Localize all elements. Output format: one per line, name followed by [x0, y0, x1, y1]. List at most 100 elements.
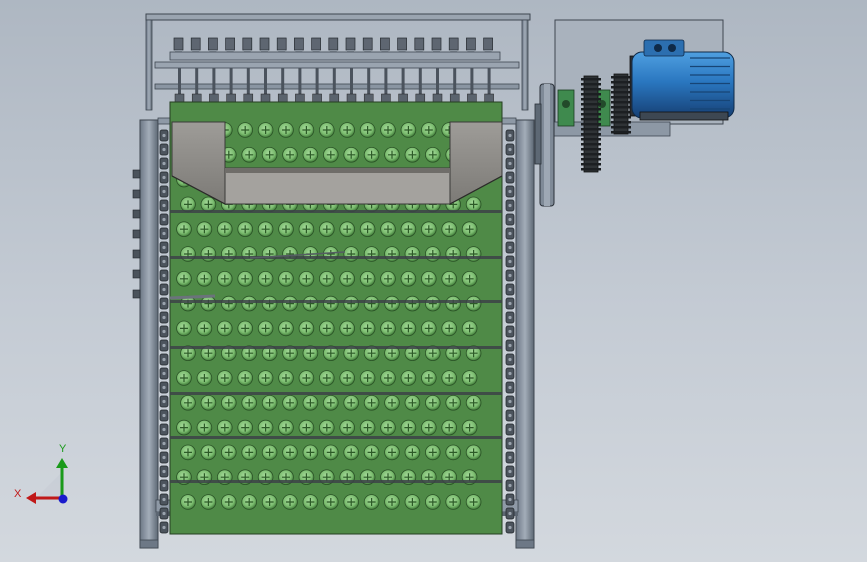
cad-model-view[interactable] [0, 0, 867, 562]
side-bracket [132, 209, 141, 219]
chain-pin [162, 301, 166, 306]
rod-clamp [484, 93, 494, 103]
chain-pin [508, 441, 512, 446]
chain-pin [508, 497, 512, 502]
comb-tooth [276, 37, 287, 51]
chain-pin [162, 441, 166, 446]
graphics-viewport[interactable]: Y X [0, 0, 867, 562]
gear-tooth [581, 78, 601, 81]
gear-tooth [581, 83, 601, 86]
chain-pin [508, 175, 512, 180]
side-bracket [132, 269, 141, 279]
chain-pin [162, 511, 166, 516]
chain-pin [162, 287, 166, 292]
chain-pin [162, 525, 166, 530]
rod-clamp [174, 93, 185, 103]
rod-clamp [346, 93, 357, 103]
coordinate-triad [26, 458, 68, 504]
chain-pin [508, 147, 512, 152]
chain-pin [162, 147, 166, 152]
rod-clamp [415, 93, 426, 103]
drive-unit [534, 19, 735, 207]
gear-tooth [581, 143, 601, 146]
chain-pin [162, 315, 166, 320]
triad-y-label: Y [59, 443, 67, 455]
chain-pin [162, 483, 166, 488]
comb-tooth [362, 37, 373, 51]
gear-tooth [611, 81, 631, 84]
comb-tooth [242, 37, 253, 51]
chain-pin [508, 189, 512, 194]
chain-pin [162, 343, 166, 348]
chain-pin [162, 357, 166, 362]
drive-sprocket [534, 83, 555, 207]
gear-tooth [581, 93, 601, 96]
rod-clamp [398, 93, 408, 103]
chain-pin [508, 245, 512, 250]
rod-clamp [260, 93, 271, 103]
gear-tooth [611, 76, 631, 79]
chain-pin [162, 385, 166, 390]
comb-tooth [483, 37, 493, 51]
comb-tooth [466, 37, 476, 51]
chain-pin [508, 203, 512, 208]
chain-pin [508, 273, 512, 278]
crossbar [170, 436, 502, 439]
gear-tooth [581, 138, 601, 141]
comb-tooth [448, 37, 459, 51]
crossbar [170, 256, 502, 259]
gear-tooth [611, 106, 631, 109]
chain-pin [508, 343, 512, 348]
comb-row [169, 37, 501, 61]
chain-pin [162, 259, 166, 264]
comb-tooth [190, 37, 201, 51]
rod-clamp [432, 93, 443, 103]
chain-pin [508, 399, 512, 404]
chain-pin [162, 273, 166, 278]
side-bracket [132, 169, 141, 179]
rod-clamp [363, 93, 374, 103]
chain-pin [162, 189, 166, 194]
chain-pin [162, 455, 166, 460]
gear-tooth [611, 131, 631, 134]
chain-icon [505, 129, 515, 534]
gear-tooth [581, 108, 601, 111]
crossbar [170, 392, 502, 395]
rod-clamp [226, 93, 236, 103]
gear-tooth [581, 123, 601, 126]
chain-pin [508, 315, 512, 320]
rod-clamp [449, 93, 460, 103]
comb-tooth [311, 37, 321, 51]
gear-tooth [581, 158, 601, 161]
comb-tooth [414, 37, 425, 51]
chain-pin [508, 287, 512, 292]
chain-pin [162, 203, 166, 208]
comb-rail [169, 51, 501, 61]
gear-tooth [581, 128, 601, 131]
rod-clamp [381, 93, 391, 103]
chain-pin [162, 371, 166, 376]
rod-clamp [329, 93, 340, 103]
side-bracket [132, 249, 141, 259]
chain-pin [508, 217, 512, 222]
chain-pin [508, 371, 512, 376]
rod-clamp [243, 93, 254, 103]
gear-tooth [581, 163, 601, 166]
gear-tooth [611, 116, 631, 119]
gear-tooth [581, 148, 601, 151]
chain-pin [162, 329, 166, 334]
gear-tooth [611, 91, 631, 94]
crossbar [170, 480, 502, 483]
chain-pin [508, 161, 512, 166]
rod-clamp [467, 93, 477, 103]
rod-clamp [312, 93, 322, 103]
chain-pin [508, 259, 512, 264]
chain-pin [162, 217, 166, 222]
comb-tooth [431, 37, 442, 51]
rod-clamp [191, 93, 202, 103]
motor-icon [629, 39, 735, 121]
gear-tooth [581, 98, 601, 101]
gear-tooth [611, 101, 631, 104]
chain-pin [162, 427, 166, 432]
chain-pin [508, 231, 512, 236]
